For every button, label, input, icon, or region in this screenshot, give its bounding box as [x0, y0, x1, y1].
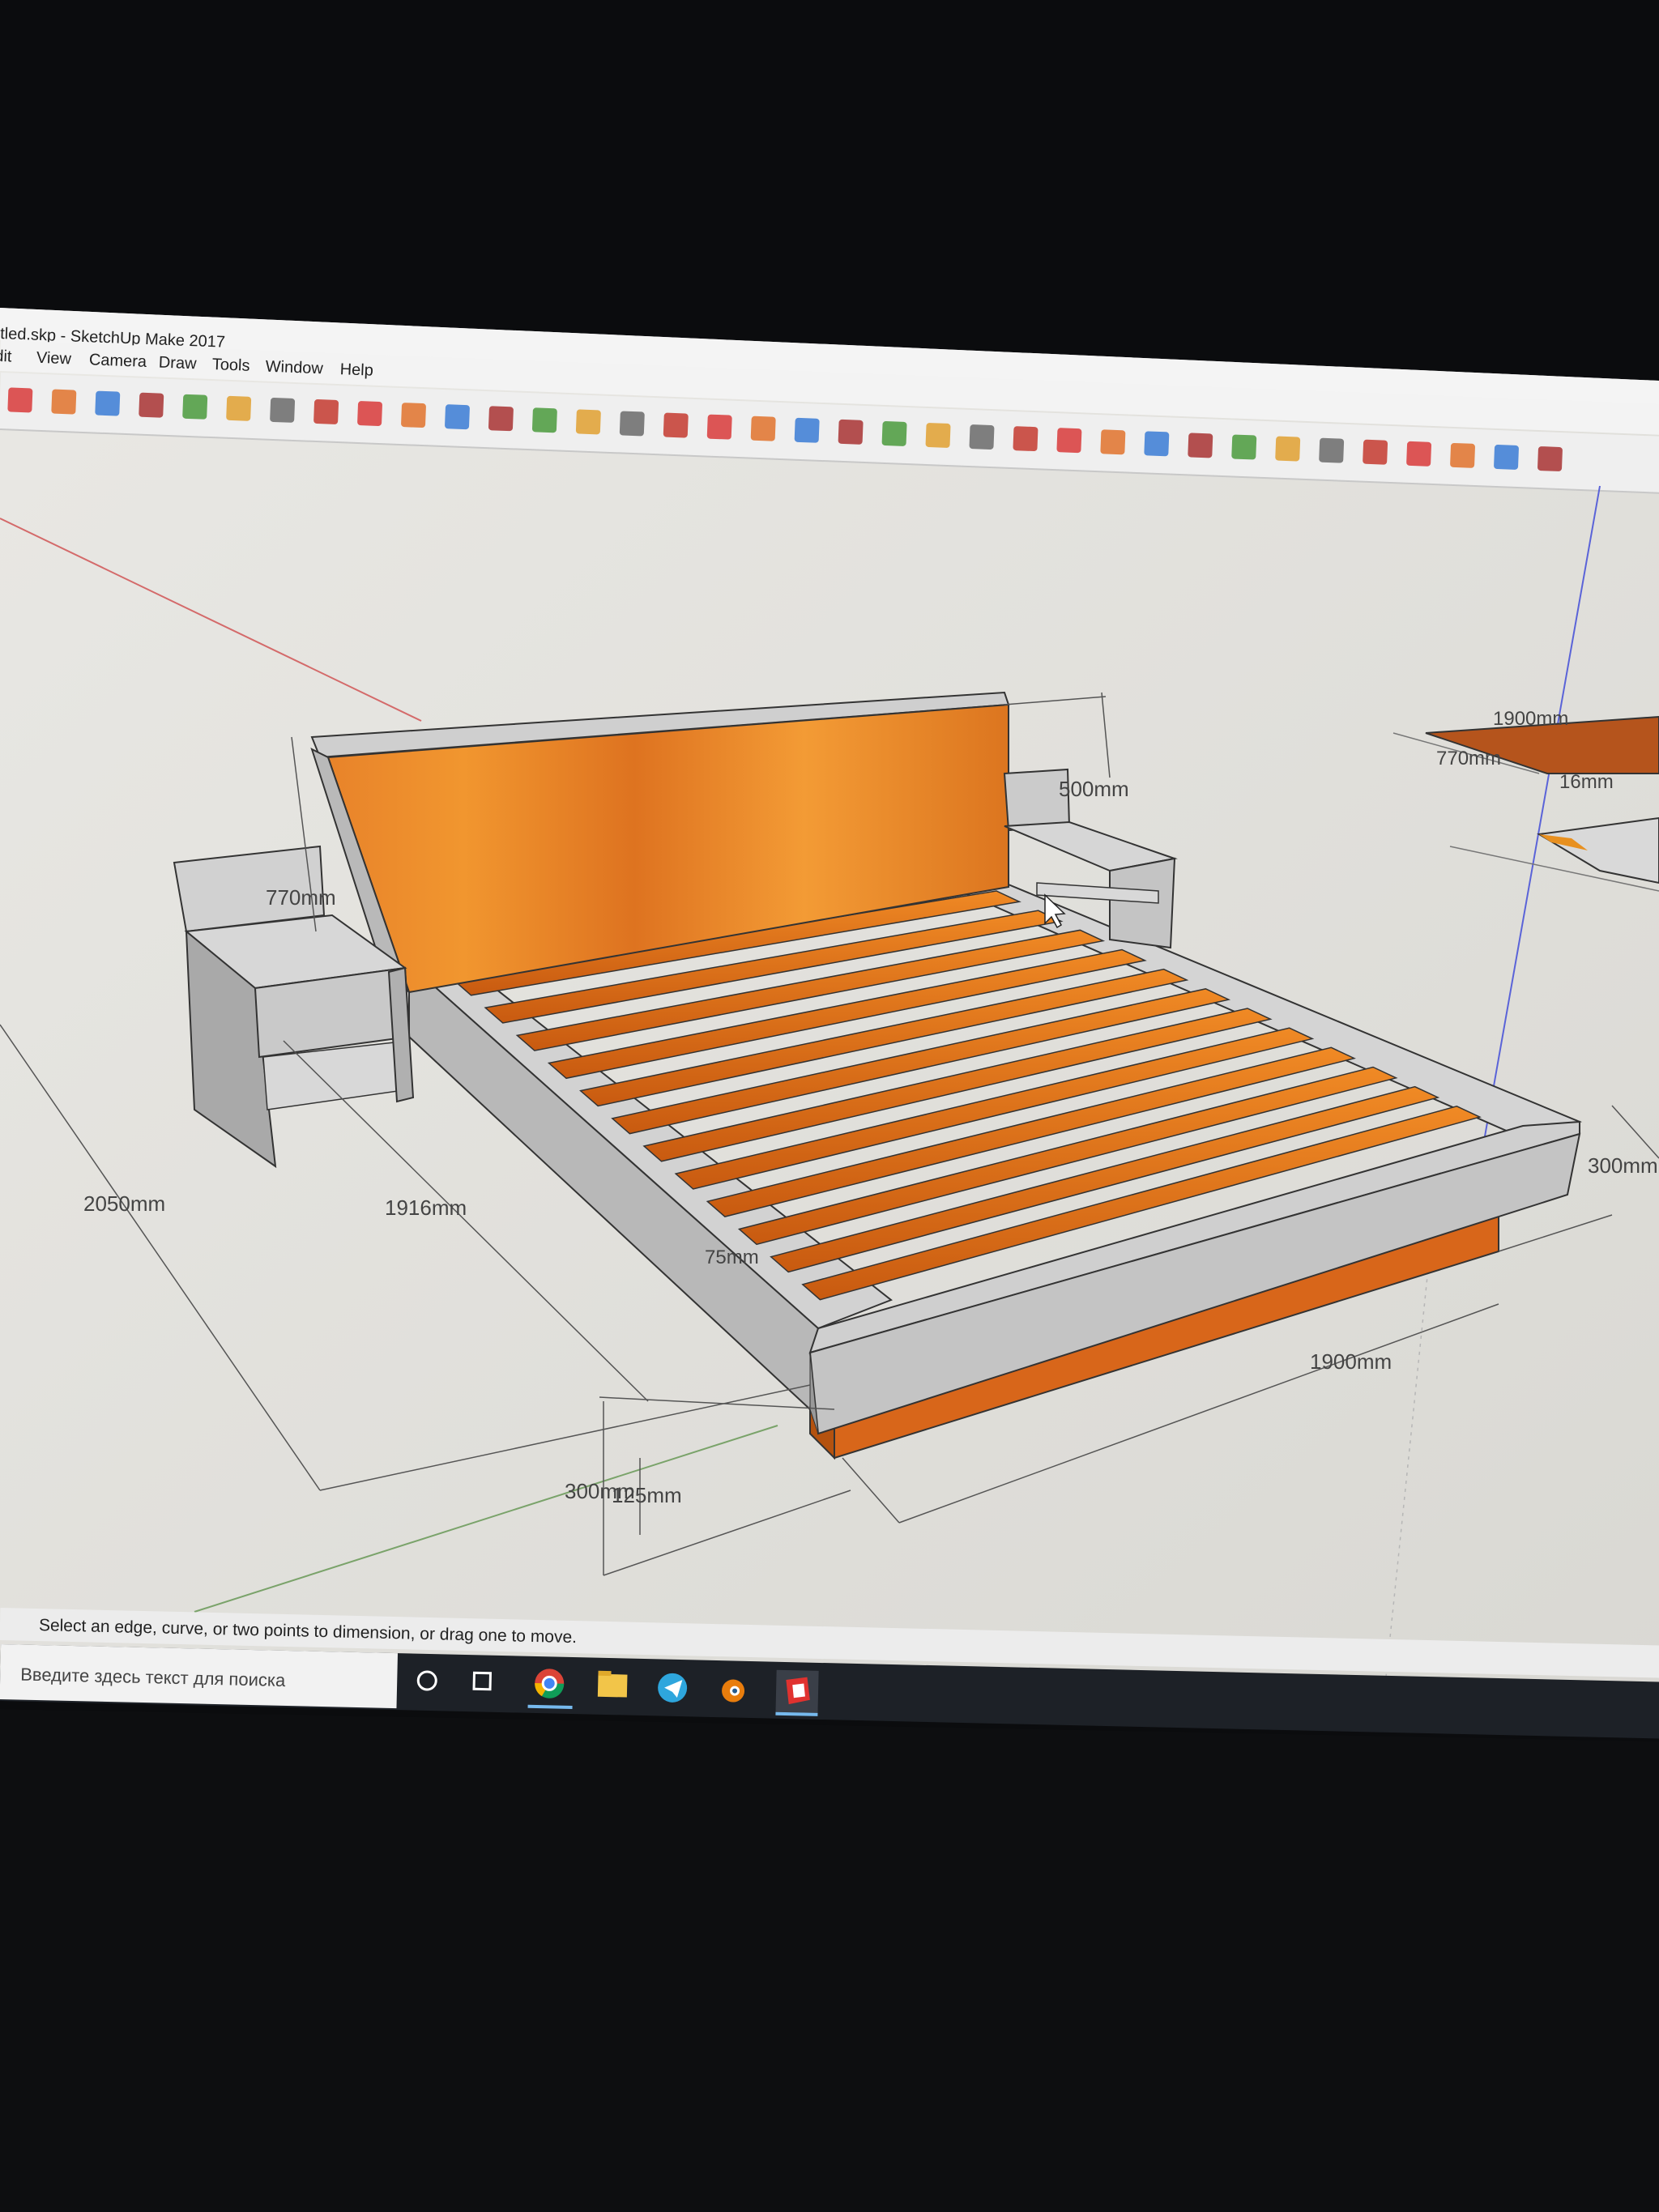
dimension-tape-tool-icon[interactable] [1056, 428, 1082, 454]
rectangle-tool-icon[interactable] [270, 397, 296, 423]
text-tool-icon[interactable] [619, 411, 645, 437]
warehouse-tool-icon[interactable] [881, 421, 907, 446]
menu-view[interactable]: View [36, 349, 72, 369]
menu-edit[interactable]: Edit [0, 347, 12, 365]
extension-warehouse-tool-icon[interactable] [925, 423, 951, 448]
paint-bucket-tool-icon[interactable] [663, 412, 689, 438]
3d-text-tool-icon[interactable] [1275, 436, 1301, 462]
dim-headboard-height: 500mm [1059, 777, 1129, 801]
arc-dropdown-icon[interactable] [226, 395, 252, 421]
rotate-tool-icon[interactable] [488, 406, 514, 432]
monitor-bezel [0, 1709, 1659, 2212]
ruby-tool-icon[interactable] [1013, 426, 1038, 452]
pencil-tool-icon[interactable] [95, 390, 121, 416]
dim-rail-width: 75mm [705, 1247, 759, 1268]
dim-detail-width: 1900mm [1493, 708, 1568, 730]
dim-inner-length: 1916mm [385, 1196, 467, 1220]
zoom-tool-icon[interactable] [794, 417, 820, 443]
sketchup-icon[interactable] [775, 1669, 819, 1716]
tape-measure-tool-icon[interactable] [575, 409, 601, 435]
shape-dropdown-icon[interactable] [313, 399, 339, 424]
right-view-icon[interactable] [1450, 442, 1475, 468]
orbit-tool-icon[interactable] [706, 414, 732, 440]
scale-tool-icon[interactable] [531, 407, 557, 433]
menu-draw[interactable]: Draw [158, 354, 197, 373]
push-pull-tool-icon[interactable] [357, 401, 382, 426]
menu-tools[interactable]: Tools [211, 356, 250, 375]
file-explorer-icon[interactable] [597, 1670, 628, 1698]
iso-view-icon[interactable] [1319, 437, 1345, 463]
layout-tool-icon[interactable] [969, 424, 995, 450]
dim-side-height: 300mm [1588, 1153, 1658, 1178]
dim-bed-length: 2050mm [83, 1191, 165, 1216]
dim-bed-width: 1900mm [1310, 1349, 1392, 1374]
back-view-icon[interactable] [1494, 445, 1519, 470]
left-view-icon[interactable] [1537, 446, 1563, 471]
front-view-icon[interactable] [1406, 441, 1432, 467]
arc-tool-icon[interactable] [182, 394, 208, 420]
line-dropdown-icon[interactable] [139, 392, 164, 418]
dimension-tool-icon[interactable] [1100, 429, 1126, 455]
menu-camera[interactable]: Camera [88, 351, 147, 371]
top-view-icon[interactable] [1363, 439, 1388, 465]
dim-detail-height: 770mm [1436, 748, 1501, 769]
select-tool-icon[interactable] [7, 387, 33, 413]
dim-detail-depth: 16mm [1559, 771, 1614, 793]
protractor-tool-icon[interactable] [1144, 431, 1170, 457]
menu-window[interactable]: Window [265, 358, 323, 378]
zoom-extents-tool-icon[interactable] [838, 419, 864, 445]
text-label-tool-icon[interactable] [1188, 433, 1213, 458]
follow-me-tool-icon[interactable] [401, 403, 426, 428]
pan-tool-icon[interactable] [750, 416, 776, 441]
axes-tool-icon[interactable] [1231, 434, 1257, 460]
menu-help[interactable]: Help [339, 360, 373, 380]
move-tool-icon[interactable] [445, 404, 470, 430]
dim-base-offset: 125mm [612, 1483, 682, 1507]
eraser-tool-icon[interactable] [51, 389, 77, 415]
dim-nightstand-height: 770mm [266, 885, 336, 910]
